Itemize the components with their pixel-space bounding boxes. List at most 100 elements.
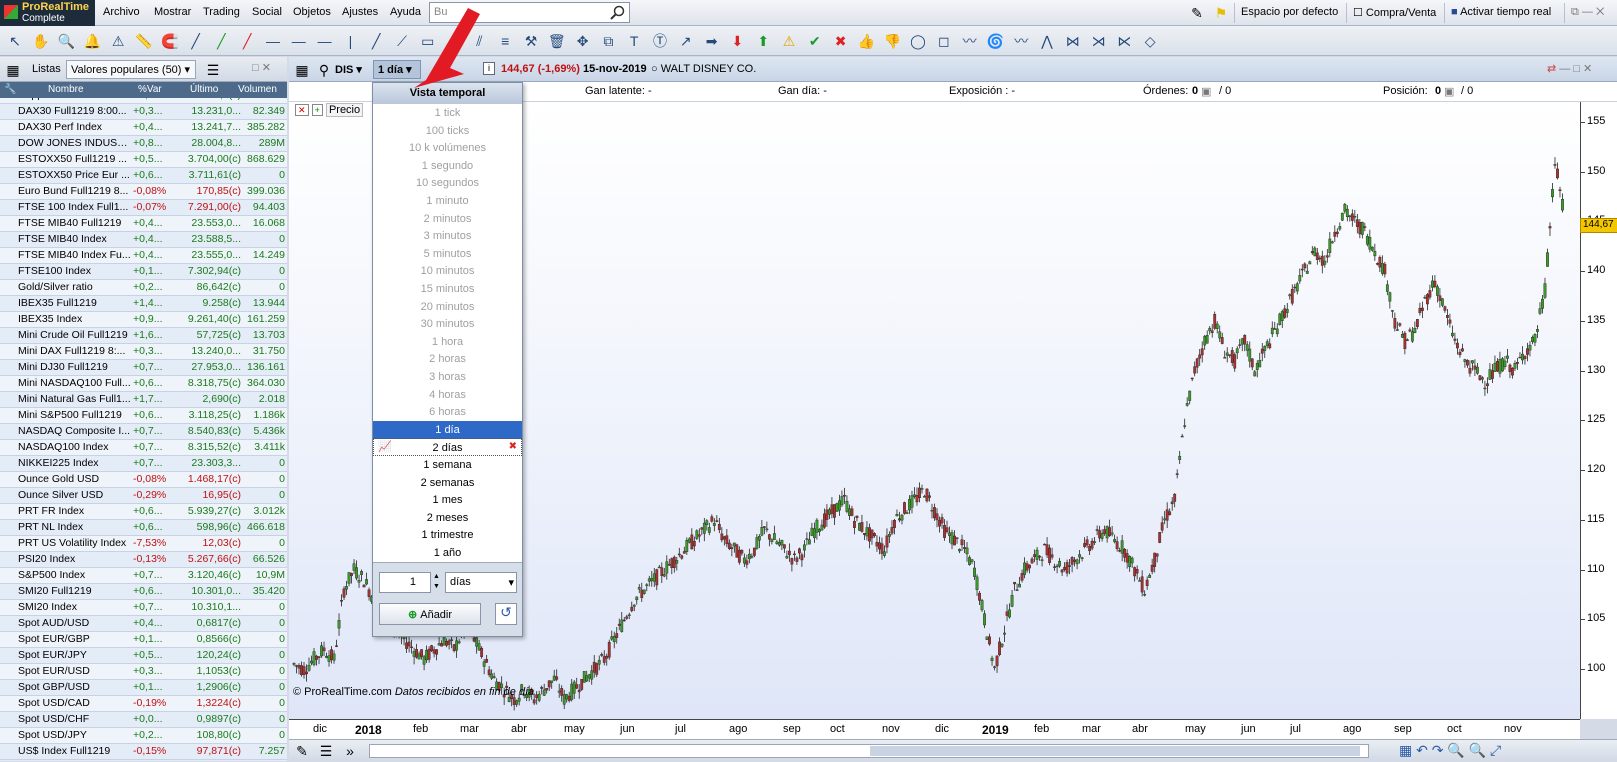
xabcd-icon[interactable]: ⋊ [1088,30,1110,52]
orders-icon[interactable]: ▣ [1201,85,1211,98]
flag-icon[interactable]: ⚑ [1210,2,1232,24]
list-row[interactable]: US$ Index Full1219 -0,15% 97,871(c) 7.257 [0,744,287,760]
expand-icon[interactable]: » [339,740,361,762]
list-row[interactable]: Ounce Gold USD -0,08% 1.468,17(c) 0 [0,472,287,488]
list-row[interactable]: FTSE 100 Index Full1... -0,07% 7.291,00(c)… [0,200,287,216]
list-row[interactable]: Mini Crude Oil Full1219 +1,6... 57,725(c) 1… [0,328,287,344]
pattern-icon[interactable]: ⋈ [1062,30,1084,52]
chart-price-tag[interactable]: Precio [325,103,364,117]
list-row[interactable]: FTSE MIB40 Full1219 +0,4... 23.553,0... 16.… [0,216,287,232]
list-row[interactable]: FTSE100 Index +0,1... 7.302,94(c) 0 [0,264,287,280]
list-row[interactable]: Mini Natural Gas Full1... +1,7... 2,690(c)… [0,392,287,408]
segment-icon[interactable]: ╱ [365,30,387,52]
list-row[interactable]: SMI20 Full1219 +0,6... 10.301,0... 35.420 [0,584,287,600]
list-row[interactable]: Mini S&P500 Full1219 +0,6... 3.118,25(c) 1.… [0,408,287,424]
menu-icon[interactable]: ☰ [315,740,337,762]
menu-objetos[interactable]: Objetos [293,6,331,18]
realtime-toggle[interactable]: ■ Activar tiempo real [1444,3,1564,23]
list-row[interactable]: IBEX35 Full1219 +1,4... 9.258(c) 13.944 [0,296,287,312]
wave-icon[interactable]: 〰 [1010,30,1032,52]
trash-icon[interactable]: 🗑 [546,30,568,52]
alert-icon[interactable]: ⚠ [107,30,129,52]
list-row[interactable]: Mini DAX Full1219 8:... +0,3... 13.240,0..… [0,344,287,360]
horizontal-scrollbar[interactable] [369,744,1369,758]
list-row[interactable]: Spot EUR/USD +0,3... 1,1053(c) 0 [0,664,287,680]
arrow-right-icon[interactable]: ➡ [701,30,723,52]
buy-sell-checkbox[interactable]: ☐ [1353,7,1366,19]
list-row[interactable]: ESTOXX50 Price Eur ... +0,6... 3.711,61(c)… [0,168,287,184]
list-row[interactable]: Mini NASDAQ100 Full... +0,6... 8.318,75(c)… [0,376,287,392]
list-row[interactable]: Spot AUD/USD +0,4... 0,6817(c) 0 [0,616,287,632]
menu-mostrar[interactable]: Mostrar [154,6,191,18]
list-row[interactable]: Spot EUR/GBP +0,1... 0,8566(c) 0 [0,632,287,648]
move-icon[interactable]: ✥ [572,30,594,52]
link-icon[interactable]: ⚲ [313,59,335,81]
gann-icon[interactable]: ⋀ [1036,30,1058,52]
custom-value-input[interactable]: 1 [379,572,431,593]
list-row[interactable]: DAX30 Full1219 8:00... +0,3... 13.231,0...… [0,104,287,120]
col-last[interactable]: Último [190,84,218,95]
col-pct[interactable]: %Var [138,84,162,95]
ruler-icon[interactable]: 📏 [133,30,155,52]
list-row[interactable]: DOW JONES INDUST... +0,8... 28.004,8... 289… [0,136,287,152]
list-row[interactable]: Ounce Silver USD -0,29% 16,95(c) 0 [0,488,287,504]
line-icon[interactable]: ╱ [236,30,258,52]
list-row[interactable]: Spot EUR/JPY +0,5... 120,24(c) 0 [0,648,287,664]
list-row[interactable]: SMI20 Index +0,7... 10.310,1... 0 [0,600,287,616]
col-volume[interactable]: Volumen [238,84,277,95]
warning-icon[interactable]: ⚠ [778,30,800,52]
thumb-down-icon[interactable]: 👎 [881,30,903,52]
search-icon[interactable] [610,5,626,21]
list-row[interactable]: Spot USD/CAD -0,19% 1,3224(c) 0 [0,696,287,712]
position-icon[interactable]: ▣ [1444,85,1454,98]
menu-social[interactable]: Social [252,6,282,18]
list-row[interactable]: Spot USD/JPY +0,2... 108,80(c) 0 [0,728,287,744]
zoom-controls[interactable]: ▦ ↶ ↷ 🔍 🔍 ⤢ [1399,742,1501,759]
wrench-icon[interactable]: 🔧 [4,84,16,95]
thumb-up-icon[interactable]: 👍 [855,30,877,52]
hline-icon[interactable]: — [314,30,336,52]
price-axis[interactable]: 155150145140135130125120115110105100144,… [1580,102,1617,719]
col-name[interactable]: Nombre [48,84,84,95]
time-axis[interactable]: dic 2018 feb mar abr may jun jul ago sep oct nov dic… [289,719,1580,739]
list-row[interactable]: PRT NL Index +0,6... 598,96(c) 466.618 [0,520,287,536]
cursor-icon[interactable]: ↖ [4,30,26,52]
list-row[interactable]: NIKKEI225 Index +0,7... 23.303,3... 0 [0,456,287,472]
list-select[interactable]: Valores populares (50) ▾ [66,60,196,79]
list-row[interactable]: Mini DJ30 Full1219 +0,7... 27.953,0... 136.… [0,360,287,376]
window-controls-chart[interactable]: ⇄ — □ ✕ [1547,62,1592,75]
lasso-icon[interactable]: ◯ [907,30,929,52]
line-icon[interactable]: ╱ [185,30,207,52]
list-row[interactable]: NASDAQ100 Index +0,7... 8.315,52(c) 3.411k [0,440,287,456]
menu-ajustes[interactable]: Ajustes [342,6,378,18]
edit-icon[interactable]: ✎ [291,740,313,762]
list-row[interactable]: ESTOXX50 Full1219 ... +0,5... 3.704,00(c) 8… [0,152,287,168]
wave-icon[interactable]: 〰 [959,30,981,52]
close-chart-icon[interactable]: ✕ [295,104,309,116]
abcd-icon[interactable]: ⋉ [1113,30,1135,52]
spiral-icon[interactable]: 🌀 [984,30,1006,52]
list-row[interactable]: FTSE MIB40 Index +0,4... 23.588,5... 0 [0,232,287,248]
list-row[interactable]: FTSE MIB40 Index Fu... +0,4... 23.555,0...… [0,248,287,264]
list-row[interactable]: Euro Bund Full1219 8... -0,08% 170,85(c) 39… [0,184,287,200]
arrow-down-icon[interactable]: ⬇ [726,30,748,52]
menu-trading[interactable]: Trading [203,6,240,18]
panel-window-controls[interactable]: □ ✕ [252,61,271,74]
magnet-icon[interactable]: 🧲 [159,30,181,52]
chart-window-icon[interactable]: ▦ [291,59,313,81]
list-row[interactable]: IBEX35 Index +0,9... 9.261,40(c) 161.259 [0,312,287,328]
add-indicator-icon[interactable]: + [311,104,323,116]
timeframe-option[interactable]: 2 semanas [373,474,522,492]
window-controls[interactable]: ⧉ — ✕ [1564,3,1617,23]
list-row[interactable]: PRT FR Index +0,6... 5.939,27(c) 3.012k [0,504,287,520]
timeframe-option[interactable]: 1 semana [373,456,522,474]
list-options-icon[interactable]: ☰ [202,59,224,81]
list-row[interactable]: Gold/Silver ratio +0,2... 86,642(c) 0 [0,280,287,296]
square-icon[interactable]: ◻ [933,30,955,52]
copy-icon[interactable]: ⧉ [597,30,619,52]
reset-icon[interactable]: ↺ [495,603,517,625]
list-row[interactable]: PSI20 Index -0,13% 5.267,66(c) 66.526 [0,552,287,568]
list-row[interactable]: DAX30 Perf Index +0,4... 13.241,7... 385.28… [0,120,287,136]
callout-icon[interactable]: Ⓣ [649,30,671,52]
add-button[interactable]: ⊕ Añadir [379,603,481,625]
